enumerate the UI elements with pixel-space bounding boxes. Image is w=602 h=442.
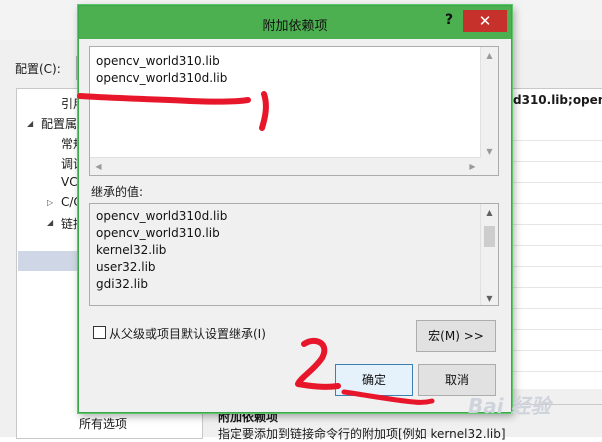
config-label: 配置(C):	[15, 62, 61, 76]
macros-button[interactable]: 宏(M) >>	[416, 320, 496, 352]
tree-item-config-props[interactable]: 配置属	[41, 115, 77, 132]
scroll-up-icon[interactable]: ▲	[481, 51, 498, 60]
inherit-checkbox[interactable]	[93, 326, 106, 339]
inherited-line: gdi32.lib	[96, 277, 148, 291]
inherited-vertical-scrollbar[interactable]: ▲ ▼	[480, 204, 498, 305]
scroll-thumb[interactable]	[484, 226, 495, 247]
tree-collapse-icon[interactable]: ▷	[47, 198, 53, 207]
edit-line[interactable]: opencv_world310.lib	[96, 54, 220, 68]
description-text: 指定要添加到链接命令行的附加项[例如 kernel32.lib]	[218, 427, 506, 441]
tree-item-all-options[interactable]: 所有选项	[79, 415, 127, 432]
property-grid-rows	[512, 120, 602, 372]
scroll-up-icon[interactable]: ▲	[481, 208, 498, 217]
edit-line[interactable]: opencv_world310d.lib	[96, 71, 227, 85]
inherited-values-label: 继承的值:	[91, 185, 144, 199]
edit-horizontal-scrollbar[interactable]: ◀ ▶	[90, 157, 481, 175]
scroll-down-icon[interactable]: ▼	[481, 147, 498, 156]
scroll-left-icon[interactable]: ◀	[90, 162, 107, 171]
inherited-line: opencv_world310d.lib	[96, 209, 228, 223]
tree-item-vc[interactable]: VC	[61, 175, 78, 189]
tree-expand-icon[interactable]: ◢	[27, 119, 33, 128]
help-button[interactable]: ?	[441, 12, 457, 32]
close-button[interactable]: ✕	[463, 10, 507, 32]
inherit-checkbox-label[interactable]: 从父级或项目默认设置继承(I)	[109, 325, 266, 342]
ok-button[interactable]: 确定	[335, 364, 413, 396]
tree-selected-row[interactable]	[18, 251, 79, 271]
inherited-line: kernel32.lib	[96, 243, 167, 257]
property-value-text: d310.lib;opencv	[513, 93, 602, 107]
scroll-down-icon[interactable]: ▼	[481, 294, 498, 303]
tree-expand-icon[interactable]: ◢	[47, 218, 53, 227]
baidu-watermark: Bai 经验	[468, 394, 551, 418]
edit-vertical-scrollbar[interactable]: ▲ ▼	[480, 47, 498, 158]
dependencies-edit-box[interactable]: opencv_world310.lib opencv_world310d.lib…	[89, 46, 499, 176]
scroll-corner	[481, 158, 498, 175]
inherited-values-list[interactable]: opencv_world310d.lib opencv_world310.lib…	[89, 203, 499, 306]
inherited-line: opencv_world310.lib	[96, 226, 220, 240]
scroll-right-icon[interactable]: ▶	[464, 162, 481, 171]
additional-dependencies-dialog: 附加依赖项 ? ✕ opencv_world310.lib opencv_wor…	[78, 5, 512, 413]
inherited-line: user32.lib	[96, 260, 156, 274]
